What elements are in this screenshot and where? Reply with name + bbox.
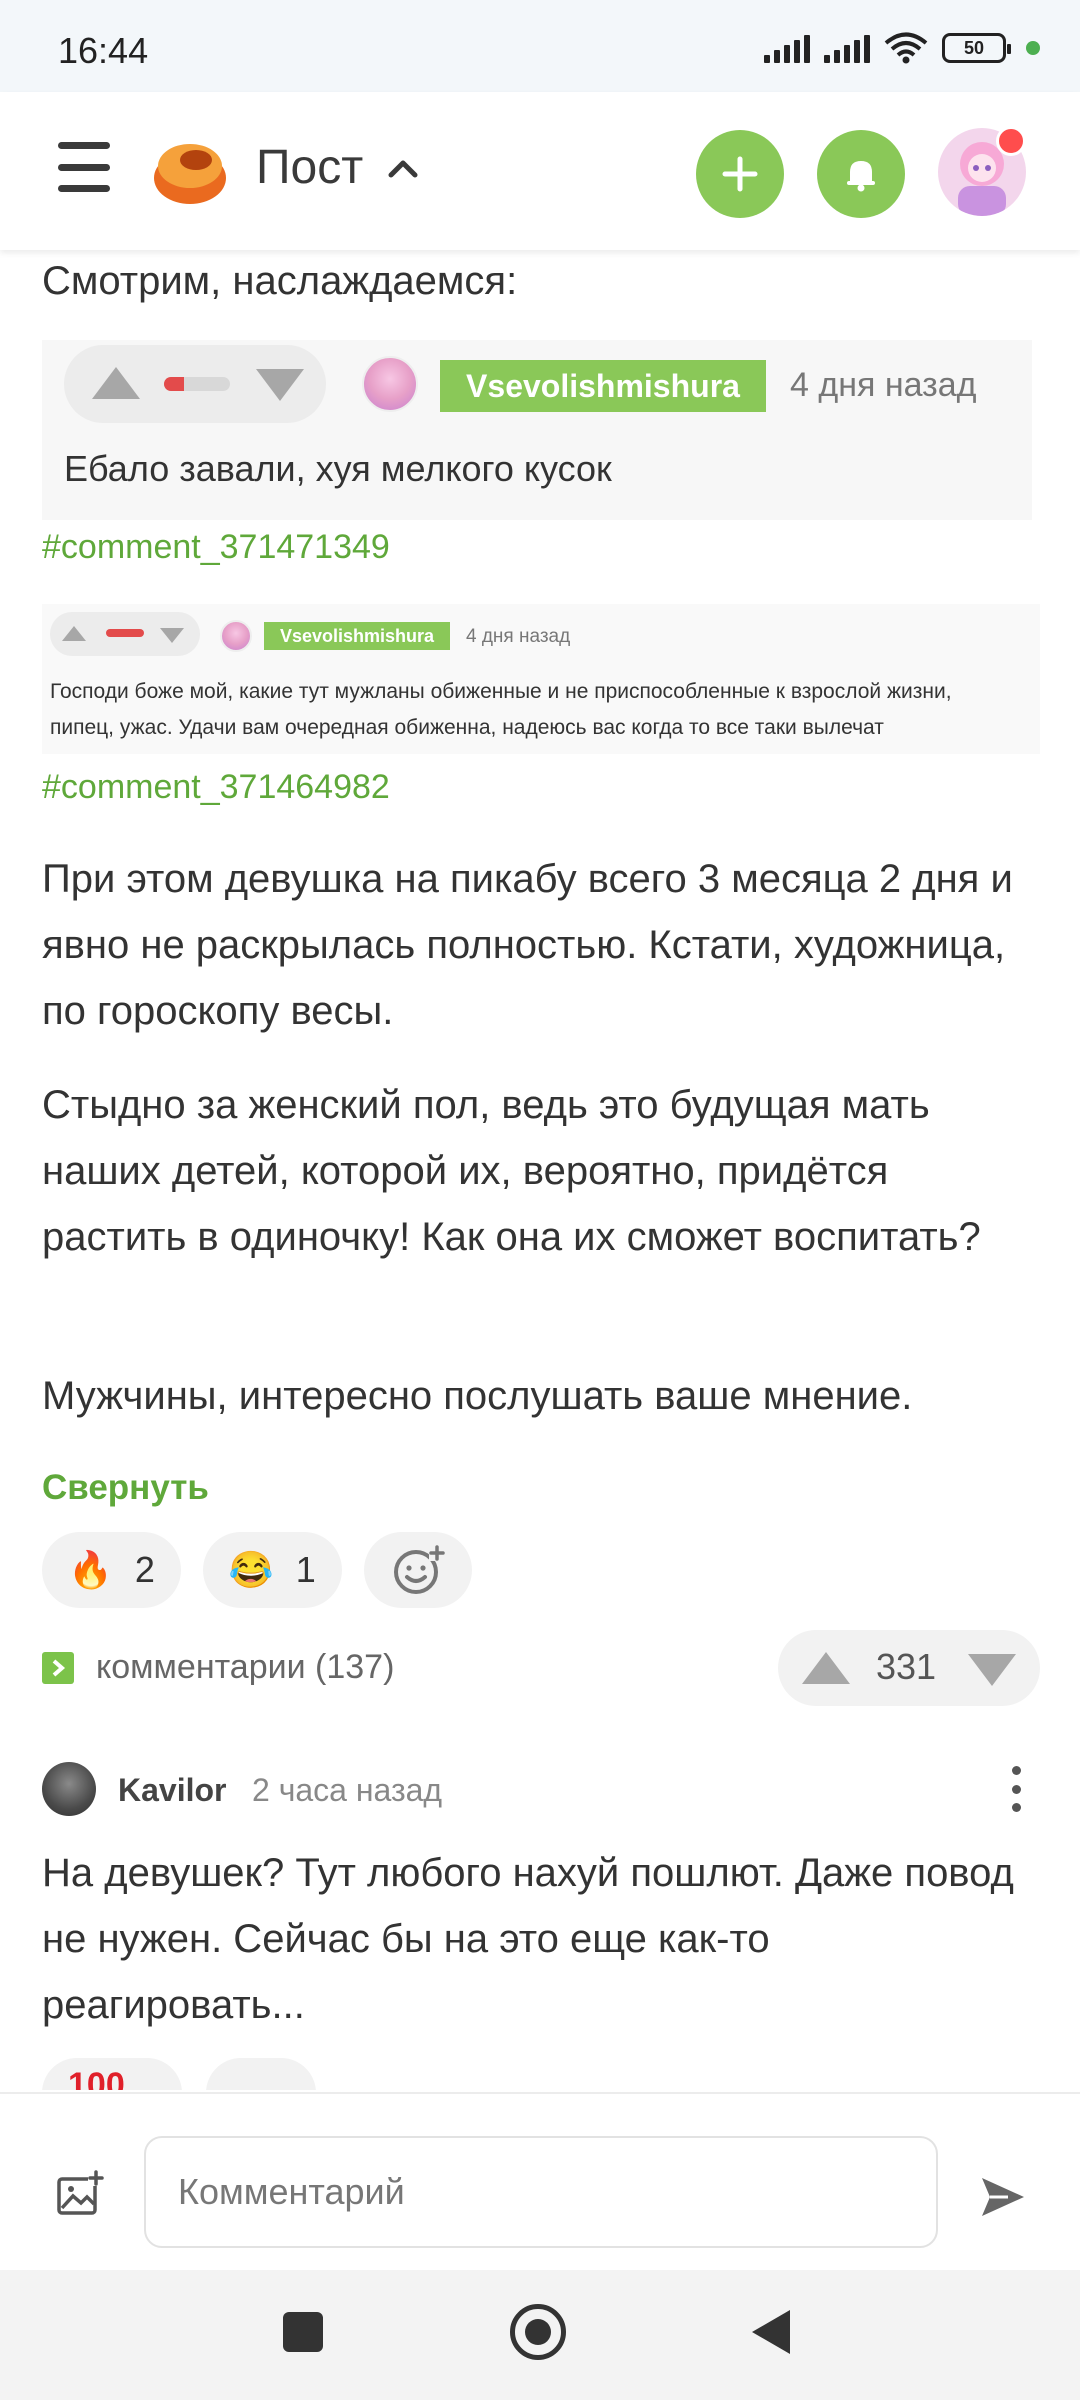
comment-header: Kavilor 2 часа назад — [42, 1760, 1040, 1820]
plus-icon — [722, 156, 758, 192]
comment-text: На девушек? Тут любого нахуй пошлют. Даж… — [42, 1851, 1014, 2027]
battery-icon: 50 — [942, 33, 1011, 63]
reaction-laugh[interactable]: 😂 1 — [202, 1532, 342, 1608]
add-reaction-button[interactable] — [206, 2058, 316, 2090]
vote-pill — [64, 345, 326, 423]
reaction-count: 2 — [134, 1549, 155, 1590]
comment-composer — [0, 2092, 1080, 2270]
wifi-icon — [884, 32, 928, 64]
add-post-button[interactable] — [696, 130, 784, 218]
comment-reactions-partial: 100 — [42, 2058, 442, 2090]
embedded-comment-screenshot-1: Vsevolishmishura 4 дня назад Ебало завал… — [42, 340, 1032, 520]
bell-icon — [847, 161, 875, 192]
notifications-button[interactable] — [817, 130, 905, 218]
comment-input[interactable] — [144, 2136, 938, 2248]
comment-time: 2 часа назад — [252, 1772, 443, 1808]
rating-value: 331 — [876, 1646, 937, 1687]
signal-icon — [764, 33, 810, 63]
comment-time: 4 дня назад — [790, 366, 977, 404]
notification-badge — [996, 126, 1026, 156]
recent-apps-button[interactable] — [283, 2312, 323, 2352]
privacy-indicator-dot — [1026, 41, 1040, 55]
username-tag: Vsevolishmishura — [440, 360, 766, 412]
downvote-icon — [256, 369, 304, 401]
post-paragraph-3: Мужчины, интересно послушать ваше мнение… — [42, 1374, 913, 1418]
more-options-icon[interactable] — [1012, 1766, 1022, 1812]
post-rating: 331 — [778, 1630, 1040, 1706]
pikabu-logo-icon[interactable] — [150, 130, 230, 210]
add-reaction-button[interactable] — [363, 1532, 472, 1608]
quoted-comment-text: Ебало завали, хуя мелкого кусок — [64, 448, 612, 489]
chevron-up-icon[interactable] — [388, 152, 418, 186]
comments-row: комментарии (137) 331 — [42, 1630, 1040, 1710]
commenter-avatar — [362, 356, 418, 412]
system-navigation-bar — [0, 2270, 1080, 2400]
quoted-comment-line-1: Господи боже мой, какие тут мужланы обиж… — [50, 680, 952, 703]
upvote-button[interactable] — [802, 1652, 850, 1684]
add-emoji-icon — [393, 1545, 445, 1594]
post-paragraph-1: При этом девушка на пикабу всего 3 месяц… — [42, 857, 1013, 1033]
reactions-row: 🔥 2 😂 1 — [42, 1532, 472, 1608]
signal-icon-2 — [824, 33, 870, 63]
downvote-button[interactable] — [968, 1654, 1016, 1686]
hundred-icon: 100 — [68, 2066, 125, 2090]
rating-bar — [164, 377, 230, 391]
status-bar: 16:44 50 — [0, 0, 1080, 92]
status-time: 16:44 — [58, 30, 149, 71]
reaction-fire[interactable]: 🔥 2 — [42, 1532, 181, 1608]
reaction-count: 1 — [295, 1549, 316, 1590]
home-button[interactable] — [510, 2304, 566, 2360]
back-button[interactable] — [752, 2310, 790, 2354]
comment-author[interactable]: Kavilor — [118, 1772, 226, 1809]
collapse-button[interactable]: Свернуть — [42, 1468, 209, 1508]
comment-link-1[interactable]: #comment_371471349 — [42, 528, 390, 567]
reaction-100[interactable]: 100 — [42, 2058, 182, 2090]
vote-pill-small — [50, 612, 200, 656]
quoted-comment-line-2: пипец, ужас. Удачи вам очередная обиженн… — [50, 716, 884, 739]
send-icon[interactable] — [978, 2172, 1028, 2222]
comments-icon[interactable] — [42, 1652, 74, 1684]
page-title[interactable]: Пост — [256, 140, 363, 195]
comment-author-avatar[interactable] — [42, 1762, 96, 1816]
upvote-icon — [92, 367, 140, 399]
post-paragraph-2: Стыдно за женский пол, ведь это будущая … — [42, 1083, 981, 1259]
comment-link-2[interactable]: #comment_371464982 — [42, 768, 390, 807]
comments-count-link[interactable]: комментарии (137) — [96, 1648, 394, 1687]
username-tag-small: Vsevolishmishura — [264, 622, 450, 650]
hamburger-icon[interactable] — [58, 142, 110, 192]
post-intro-text: Смотрим, наслаждаемся: — [42, 259, 518, 303]
status-icons: 50 — [764, 32, 1040, 64]
commenter-avatar-small — [220, 620, 252, 652]
top-app-bar: Пост — [0, 92, 1080, 250]
add-image-icon[interactable] — [56, 2170, 104, 2218]
fire-icon: 🔥 — [68, 1549, 113, 1590]
embedded-comment-screenshot-2: Vsevolishmishura 4 дня назад Господи бож… — [42, 604, 1040, 754]
laughing-emoji-icon: 😂 — [228, 1549, 274, 1590]
comment-time-small: 4 дня назад — [466, 626, 571, 647]
